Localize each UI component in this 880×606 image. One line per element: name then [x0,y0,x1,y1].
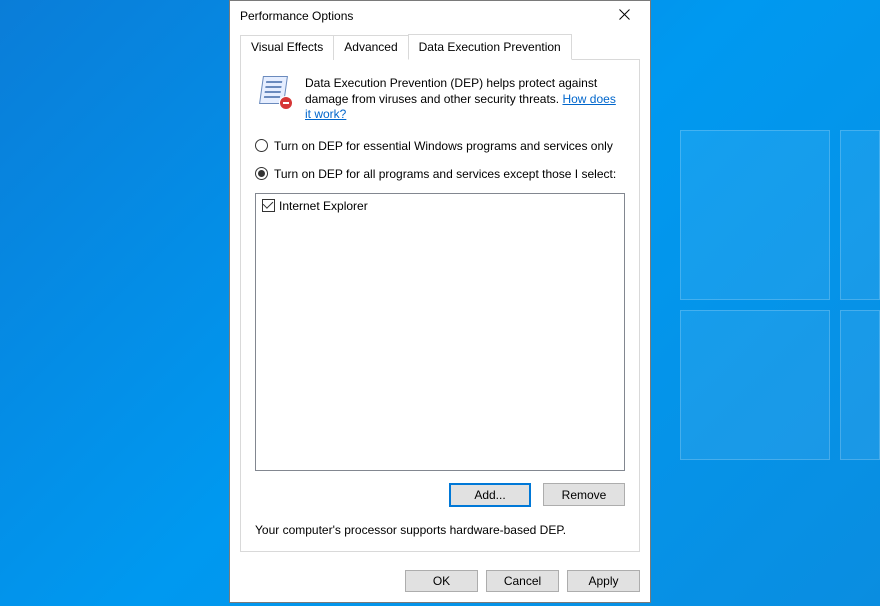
tab-strip: Visual Effects Advanced Data Execution P… [230,35,650,60]
dep-panel: Data Execution Prevention (DEP) helps pr… [240,60,640,552]
tab-visual-effects[interactable]: Visual Effects [240,35,334,60]
list-item[interactable]: Internet Explorer [262,198,618,214]
radio-all-row[interactable]: Turn on DEP for all programs and service… [255,167,625,181]
window-title: Performance Options [240,9,604,23]
list-item-checkbox[interactable] [262,199,275,212]
performance-options-dialog: Performance Options Visual Effects Advan… [229,0,651,603]
radio-all-label: Turn on DEP for all programs and service… [274,167,616,181]
cancel-button[interactable]: Cancel [486,570,559,592]
dep-info-text: Data Execution Prevention (DEP) helps pr… [305,76,625,123]
tab-dep[interactable]: Data Execution Prevention [408,34,572,60]
dep-info-row: Data Execution Prevention (DEP) helps pr… [255,76,625,123]
apply-button[interactable]: Apply [567,570,640,592]
dep-description: Data Execution Prevention (DEP) helps pr… [305,76,597,106]
dialog-button-row: OK Cancel Apply [230,562,650,602]
radio-essential-row[interactable]: Turn on DEP for essential Windows progra… [255,139,625,153]
list-item-label: Internet Explorer [279,199,368,213]
close-button[interactable] [604,2,644,28]
dep-exclusion-list[interactable]: Internet Explorer [255,193,625,471]
titlebar: Performance Options [230,1,650,31]
dep-chip-icon [259,76,293,110]
radio-essential-label: Turn on DEP for essential Windows progra… [274,139,613,153]
list-button-row: Add... Remove [255,483,625,507]
tab-advanced[interactable]: Advanced [333,35,408,60]
windows-logo-decoration [680,130,880,460]
radio-essential[interactable] [255,139,268,152]
add-button[interactable]: Add... [449,483,531,507]
radio-all[interactable] [255,167,268,180]
remove-button[interactable]: Remove [543,483,625,506]
dep-status-text: Your computer's processor supports hardw… [255,523,625,537]
ok-button[interactable]: OK [405,570,478,592]
close-icon [619,9,630,20]
